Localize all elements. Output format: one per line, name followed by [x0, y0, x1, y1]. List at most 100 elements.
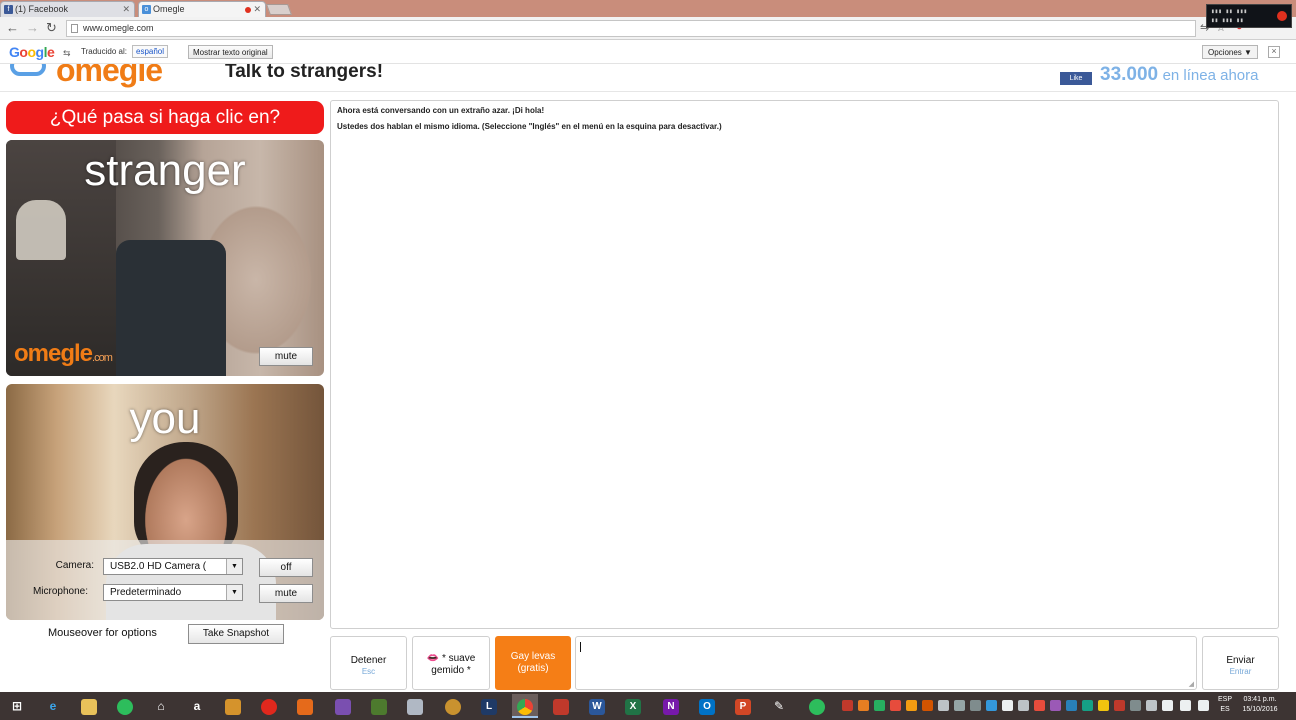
reload-icon[interactable]: ↻ [46, 20, 57, 36]
amazon-icon[interactable]: a [184, 694, 210, 718]
internet-explorer-icon[interactable]: e [40, 694, 66, 718]
tool-icon[interactable]: ✎ [766, 694, 792, 718]
close-icon[interactable]: ✕ [253, 2, 261, 17]
sponsored-link-orange[interactable]: Gay levas (gratis) [495, 636, 571, 690]
stranger-mute-button[interactable]: mute [259, 347, 313, 366]
recorder-line-icon: ▮▮▮ ▮▮ ▮▮▮ [1211, 8, 1248, 15]
record-icon[interactable] [1277, 11, 1287, 21]
forward-arrow-icon[interactable]: → [26, 20, 39, 36]
camera-off-button[interactable]: off [259, 558, 313, 577]
back-arrow-icon[interactable]: ← [6, 20, 19, 36]
system-clock[interactable]: 03:41 p.m. 15/10/2016 [1240, 695, 1280, 715]
chevron-down-icon[interactable]: ▼ [226, 585, 242, 600]
tab-facebook[interactable]: f (1) Facebook ✕ [0, 1, 135, 17]
tab-omegle[interactable]: o Omegle ✕ [138, 1, 266, 17]
spotify-icon[interactable] [112, 694, 138, 718]
recording-icon [245, 7, 251, 13]
tray-app-icon[interactable] [1034, 700, 1045, 711]
system-message: Ahora está conversando con un extraño az… [337, 106, 545, 115]
tray-app-icon[interactable] [954, 700, 965, 711]
keyboard-code: ES [1220, 706, 1230, 713]
close-icon[interactable]: ✕ [122, 2, 130, 17]
address-bar[interactable]: www.omegle.com [66, 20, 1196, 37]
show-original-button[interactable]: Mostrar texto original [188, 45, 273, 59]
resize-grip-icon[interactable]: ◢ [1189, 680, 1194, 688]
app-icon[interactable] [256, 694, 282, 718]
app-icon[interactable] [292, 694, 318, 718]
send-button-label: Enviar [1226, 655, 1255, 666]
tray-app-icon[interactable] [1018, 700, 1029, 711]
media-controls: Camera: USB2.0 HD Camera ( ▼ off Microph… [6, 540, 324, 620]
omegle-icon: o [142, 5, 151, 14]
app-icon[interactable] [548, 694, 574, 718]
app-icon[interactable] [330, 694, 356, 718]
tray-app-icon[interactable] [1146, 700, 1157, 711]
app-icon[interactable] [220, 694, 246, 718]
lips-icon: 👄 [426, 653, 440, 664]
camera-select[interactable]: USB2.0 HD Camera ( ▼ [103, 558, 243, 575]
target-language-select[interactable]: español [132, 45, 169, 58]
send-button[interactable]: Enviar Entrar [1202, 636, 1279, 690]
excel-icon[interactable]: X [620, 694, 646, 718]
take-snapshot-button[interactable]: Take Snapshot [188, 624, 284, 644]
app-icon[interactable] [440, 694, 466, 718]
online-label: en línea ahora [1162, 67, 1259, 84]
network-icon[interactable] [1162, 700, 1173, 711]
tray-app-icon[interactable] [1002, 700, 1013, 711]
close-icon[interactable]: × [1268, 46, 1280, 58]
video-background [116, 240, 226, 376]
microphone-mute-button[interactable]: mute [259, 584, 313, 603]
app-icon[interactable] [402, 694, 428, 718]
app-icon[interactable]: L [476, 694, 502, 718]
home-icon[interactable]: ⌂ [148, 694, 174, 718]
facebook-icon: f [4, 5, 13, 14]
tray-app-icon[interactable] [1114, 700, 1125, 711]
tray-app-icon[interactable] [874, 700, 885, 711]
input-language[interactable]: ESP ES [1218, 695, 1232, 715]
microphone-label: Microphone: [32, 586, 88, 597]
chevron-down-icon[interactable]: ▼ [226, 559, 242, 574]
new-tab-button[interactable] [265, 4, 293, 15]
file-explorer-icon[interactable] [76, 694, 102, 718]
tray-app-icon[interactable] [858, 700, 869, 711]
facebook-like-button[interactable]: Like [1060, 72, 1092, 85]
tray-app-icon[interactable] [890, 700, 901, 711]
tray-app-icon[interactable] [922, 700, 933, 711]
omegle-header: omegle Talk to strangers! Like 33.000 en… [0, 64, 1296, 92]
browser-tab-strip: f (1) Facebook ✕ o Omegle ✕ ▮▮▮ ▮▮ ▮▮▮ ▮… [0, 0, 1296, 28]
powerpoint-icon[interactable]: P [730, 694, 756, 718]
windows-taskbar: ⊞ e ⌂ a L W X N O P ✎ ESP ES 03:41 p.m. … [0, 692, 1296, 720]
translated-to-label: Traducido al: [81, 47, 127, 56]
onenote-icon[interactable]: N [658, 694, 684, 718]
volume-icon[interactable] [1198, 700, 1209, 711]
stop-shortcut: Esc [361, 667, 376, 676]
microphone-select[interactable]: Predeterminado ▼ [103, 584, 243, 601]
windows-start-icon[interactable]: ⊞ [4, 694, 30, 718]
chrome-icon[interactable] [512, 694, 538, 718]
tray-app-icon[interactable] [1098, 700, 1109, 711]
tray-app-icon[interactable] [1066, 700, 1077, 711]
google-translate-bar: Google ⇆ Traducido al: español Mostrar t… [0, 40, 1296, 64]
tray-app-icon[interactable] [1130, 700, 1141, 711]
wifi-icon[interactable] [1180, 700, 1191, 711]
translate-options-button[interactable]: Opciones ▼ [1202, 45, 1258, 59]
outlook-icon[interactable]: O [694, 694, 720, 718]
tray-app-icon[interactable] [938, 700, 949, 711]
screen-recorder-widget[interactable]: ▮▮▮ ▮▮ ▮▮▮ ▮▮ ▮▮▮ ▮▮ [1206, 4, 1292, 28]
tray-app-icon[interactable] [1050, 700, 1061, 711]
spotify-icon[interactable] [804, 694, 830, 718]
tray-app-icon[interactable] [986, 700, 997, 711]
word-icon[interactable]: W [584, 694, 610, 718]
message-input[interactable]: ◢ [575, 636, 1197, 690]
online-counter: 33.000 en línea ahora [1100, 64, 1259, 86]
sponsored-link[interactable]: 👄 * suave gemido * [412, 636, 490, 690]
minecraft-icon[interactable] [366, 694, 392, 718]
tray-app-icon[interactable] [842, 700, 853, 711]
tray-app-icon[interactable] [1082, 700, 1093, 711]
ad-banner[interactable]: ¿Qué pasa si haga clic en? [6, 101, 324, 134]
omegle-logo-text: omegle [56, 64, 163, 88]
stop-button[interactable]: Detener Esc [330, 636, 407, 690]
chat-log[interactable]: Ahora está conversando con un extraño az… [330, 100, 1279, 629]
tray-app-icon[interactable] [906, 700, 917, 711]
tray-app-icon[interactable] [970, 700, 981, 711]
